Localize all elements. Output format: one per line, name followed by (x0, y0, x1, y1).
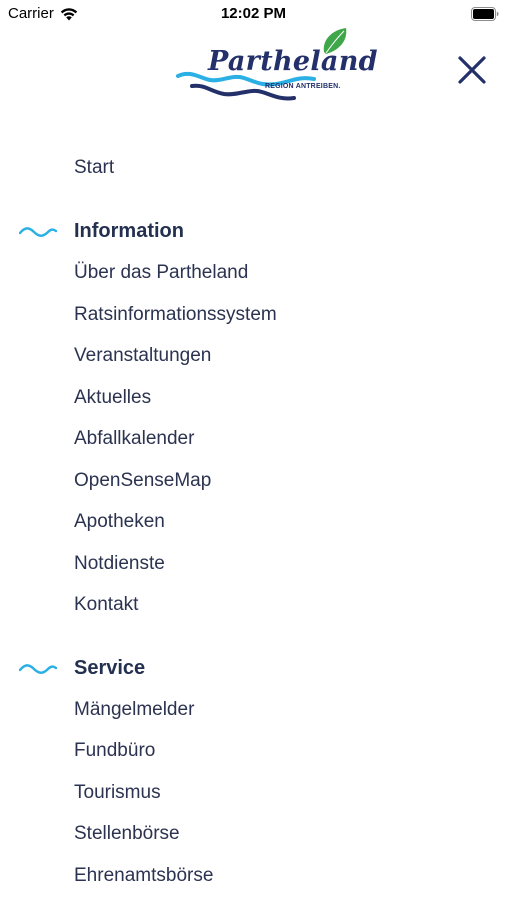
section-heading-service: Service (74, 657, 146, 679)
menu-item-stellenboerse[interactable]: Stellenbörse (74, 823, 180, 845)
menu-item-ratsinformationssystem[interactable]: Ratsinformationssystem (74, 304, 277, 326)
menu-item-aktuelles[interactable]: Aktuelles (74, 387, 151, 409)
menu-item-maengelmelder[interactable]: Mängelmelder (74, 699, 194, 721)
menu-item-tourismus[interactable]: Tourismus (74, 782, 161, 804)
menu-item-abfallkalender[interactable]: Abfallkalender (74, 428, 194, 450)
menu-item-start[interactable]: Start (74, 157, 114, 179)
close-button[interactable] (452, 50, 492, 90)
menu-item-opensensemap[interactable]: OpenSenseMap (74, 470, 211, 492)
menu-screen: Carrier 12:02 PM Partheland REGION ANTRE… (0, 0, 507, 900)
menu-item-notdienste[interactable]: Notdienste (74, 553, 165, 575)
menu-item-ueber-das-partheland[interactable]: Über das Partheland (74, 262, 248, 284)
status-time: 12:02 PM (220, 5, 287, 22)
logo-wordmark: Partheland (208, 46, 378, 77)
menu-item-veranstaltungen[interactable]: Veranstaltungen (74, 345, 211, 367)
battery-icon (471, 7, 499, 21)
close-icon (458, 56, 486, 84)
menu-item-kontakt[interactable]: Kontakt (74, 594, 138, 616)
menu-item-apotheken[interactable]: Apotheken (74, 511, 165, 533)
wave-icon (19, 227, 57, 237)
wave-icon (19, 664, 57, 674)
partheland-logo: Partheland REGION ANTREIBEN. (176, 26, 378, 110)
section-heading-information: Information (74, 220, 184, 242)
menu-item-fundbuero[interactable]: Fundbüro (74, 740, 155, 762)
menu-item-ehrenamtsboerse[interactable]: Ehrenamtsbörse (74, 865, 213, 887)
logo-tagline: REGION ANTREIBEN. (265, 83, 341, 90)
